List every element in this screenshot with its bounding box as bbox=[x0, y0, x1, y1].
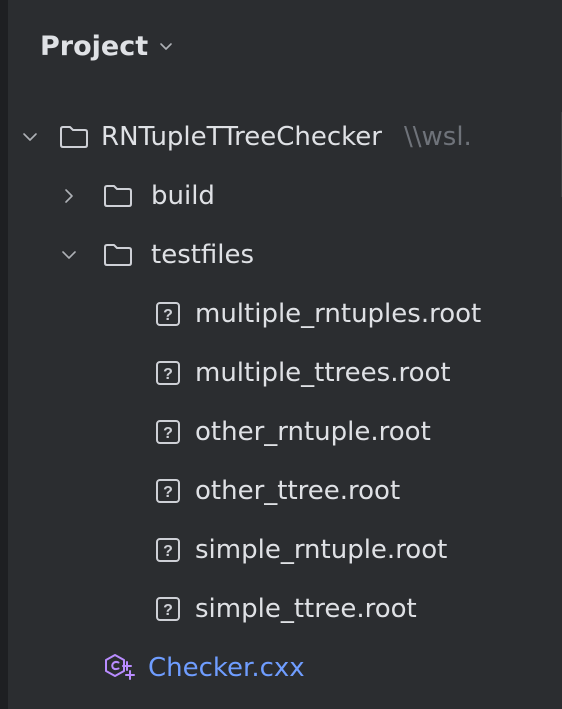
tree-node-label: simple_ttree.root bbox=[195, 593, 417, 624]
unknown-file-icon: ? bbox=[155, 520, 181, 579]
cpp-file-icon bbox=[103, 638, 137, 697]
svg-text:?: ? bbox=[163, 484, 173, 501]
tree-node-label: multiple_rntuples.root bbox=[195, 298, 482, 329]
tree-node-label: Checker.cxx bbox=[148, 652, 305, 683]
svg-text:?: ? bbox=[163, 543, 173, 560]
chevron-down-icon[interactable] bbox=[55, 225, 83, 284]
tree-node-file[interactable]: ? multiple_ttrees.root bbox=[0, 343, 562, 402]
tree-node-file[interactable]: ? other_rntuple.root bbox=[0, 402, 562, 461]
project-view-selector[interactable]: Project bbox=[40, 24, 174, 68]
tree-node-label: testfiles bbox=[151, 239, 255, 270]
project-name: RNTupleTTreeChecker bbox=[101, 121, 382, 152]
unknown-file-icon: ? bbox=[155, 579, 181, 638]
chevron-right-icon[interactable] bbox=[55, 166, 83, 225]
tree-node-label: RNTupleTTreeChecker \\wsl. bbox=[101, 107, 472, 166]
unknown-file-icon: ? bbox=[155, 284, 181, 343]
tree-node-label: simple_rntuple.root bbox=[195, 534, 448, 565]
tree-node-file[interactable]: ? other_ttree.root bbox=[0, 461, 562, 520]
tree-node-label: build bbox=[151, 180, 215, 211]
panel-title: Project bbox=[40, 30, 149, 62]
tree-node-cpp-file[interactable]: Checker.cxx bbox=[0, 638, 562, 697]
tree-node-label: other_ttree.root bbox=[195, 475, 401, 506]
svg-text:?: ? bbox=[163, 366, 173, 383]
tree-node-file[interactable]: ? multiple_rntuples.root bbox=[0, 284, 562, 343]
svg-text:?: ? bbox=[163, 425, 173, 442]
unknown-file-icon: ? bbox=[155, 343, 181, 402]
tree-node-label: other_rntuple.root bbox=[195, 416, 431, 447]
project-path-hint: \\wsl. bbox=[404, 121, 472, 152]
tree-node-file[interactable]: ? simple_ttree.root bbox=[0, 579, 562, 638]
tree-node-root[interactable]: RNTupleTTreeChecker \\wsl. bbox=[0, 107, 562, 166]
unknown-file-icon: ? bbox=[155, 461, 181, 520]
tree-node-testfiles[interactable]: testfiles bbox=[0, 225, 562, 284]
tree-node-file[interactable]: ? simple_rntuple.root bbox=[0, 520, 562, 579]
folder-icon bbox=[103, 166, 133, 225]
svg-text:?: ? bbox=[163, 307, 173, 324]
folder-icon bbox=[103, 225, 133, 284]
chevron-down-icon bbox=[158, 38, 174, 54]
folder-icon bbox=[59, 107, 89, 166]
chevron-down-icon[interactable] bbox=[16, 107, 44, 166]
unknown-file-icon: ? bbox=[155, 402, 181, 461]
tree-node-build[interactable]: build bbox=[0, 166, 562, 225]
project-tree: RNTupleTTreeChecker \\wsl. build testfil… bbox=[0, 107, 562, 697]
project-tool-window: Project RNTupleTTreeChecker \\wsl. build… bbox=[0, 0, 562, 709]
tree-node-label: multiple_ttrees.root bbox=[195, 357, 451, 388]
svg-text:?: ? bbox=[163, 602, 173, 619]
